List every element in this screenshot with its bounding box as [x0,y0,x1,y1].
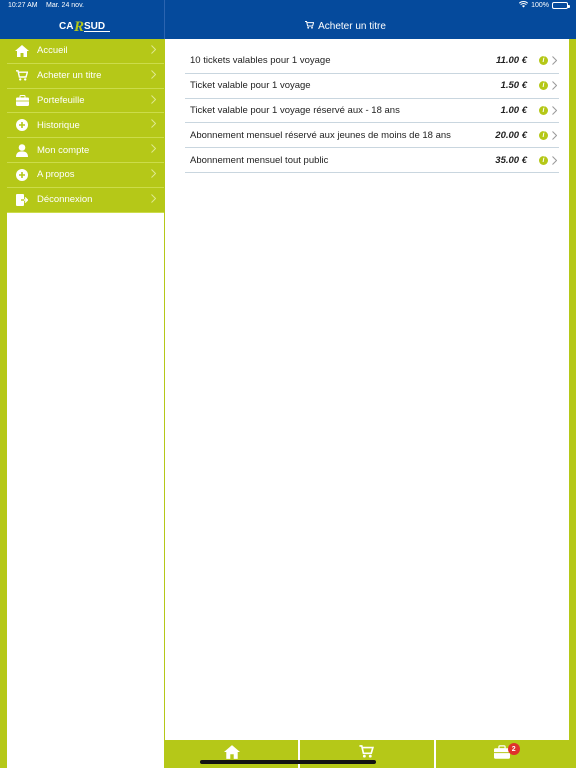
chevron-right-icon [552,130,557,140]
sidebar-item-a-propos[interactable]: A propos [7,162,164,188]
sidebar-item-label: A propos [37,169,75,181]
ticket-row[interactable]: Abonnement mensuel tout public 35.00 € i [185,148,559,173]
main-content: 10 tickets valables pour 1 voyage 11.00 … [165,39,569,740]
ticket-row[interactable]: 10 tickets valables pour 1 voyage 11.00 … [185,49,559,74]
home-indicator[interactable] [200,760,376,764]
carsud-logo: CA R SUD [58,17,114,35]
ticket-row[interactable]: Ticket valable pour 1 voyage réservé aux… [185,99,559,124]
page-title: Acheter un titre [165,16,526,36]
sidebar-item-label: Mon compte [37,144,90,156]
logout-icon [7,193,37,206]
sidebar: Accueil Acheter un titre Portefeuille Hi… [7,39,164,768]
ticket-label: Abonnement mensuel tout public [190,154,329,166]
ticket-row[interactable]: Abonnement mensuel réservé aux jeunes de… [185,123,559,149]
chevron-right-icon [552,106,557,115]
status-right: 100% [519,1,570,10]
ticket-price: 35.00 € [495,154,527,166]
sidebar-item-portefeuille[interactable]: Portefeuille [7,88,164,114]
chevron-right-icon [552,81,557,91]
ticket-label: Ticket valable pour 1 voyage réservé aux… [190,104,400,116]
plus-circle-icon [7,119,37,132]
cart-icon [305,20,315,32]
cart-icon [7,70,37,81]
top-header: 10:27 AM Mar. 24 nov. 100% CA R SUD Ache… [0,0,576,39]
ticket-price: 20.00 € [495,129,527,141]
info-icon[interactable]: i [539,130,548,140]
ticket-price: 1.00 € [500,104,527,116]
ticket-price: 11.00 € [496,55,527,67]
svg-text:CA: CA [59,21,73,32]
sidebar-item-acheter[interactable]: Acheter un titre [7,63,164,89]
chevron-right-icon [552,56,557,66]
ticket-price: 1.50 € [500,80,527,92]
chevron-right-icon [151,119,157,131]
battery-icon [552,2,570,9]
user-icon [7,143,37,157]
status-bar: 10:27 AM Mar. 24 nov. 100% [0,0,576,12]
sidebar-item-label: Accueil [37,45,68,57]
wallet-badge: 2 [507,743,520,755]
wallet-icon [7,94,37,106]
chevron-right-icon [151,169,157,181]
status-date: Mar. 24 nov. [46,2,85,9]
tab-wallet[interactable]: 2 [435,740,569,768]
ticket-label: 10 tickets valables pour 1 voyage [190,55,331,67]
page-title-text: Acheter un titre [318,20,386,32]
ticket-label: Ticket valable pour 1 voyage [190,80,311,92]
info-icon[interactable]: i [539,81,548,91]
svg-text:R: R [73,19,84,35]
chevron-right-icon [151,144,157,156]
sidebar-item-accueil[interactable]: Accueil [7,39,164,64]
chevron-right-icon [151,193,157,206]
status-time: 10:27 AM [8,2,38,9]
chevron-right-icon [151,69,157,82]
battery-percent: 100% [531,2,549,9]
sidebar-item-deconnexion[interactable]: Déconnexion [7,187,164,213]
sidebar-item-historique[interactable]: Historique [7,113,164,139]
svg-text:SUD: SUD [84,21,105,32]
sidebar-menu: Accueil Acheter un titre Portefeuille Hi… [7,39,164,213]
sidebar-item-label: Portefeuille [37,94,85,106]
sidebar-item-mon-compte[interactable]: Mon compte [7,138,164,163]
sidebar-item-label: Déconnexion [37,194,93,206]
sidebar-item-label: Acheter un titre [37,70,102,82]
wifi-icon [519,1,529,10]
chevron-right-icon [552,155,557,165]
chevron-right-icon [151,94,157,107]
ticket-label: Abonnement mensuel réservé aux jeunes de… [190,129,451,141]
info-icon[interactable]: i [539,155,548,165]
chevron-right-icon [151,45,157,57]
home-icon [7,44,37,57]
ticket-list: 10 tickets valables pour 1 voyage 11.00 … [185,49,559,173]
plus-circle-icon [7,168,37,181]
ticket-row[interactable]: Ticket valable pour 1 voyage 1.50 € i [185,74,559,99]
sidebar-item-label: Historique [37,119,80,131]
info-icon[interactable]: i [539,105,548,115]
info-icon[interactable]: i [539,56,548,66]
